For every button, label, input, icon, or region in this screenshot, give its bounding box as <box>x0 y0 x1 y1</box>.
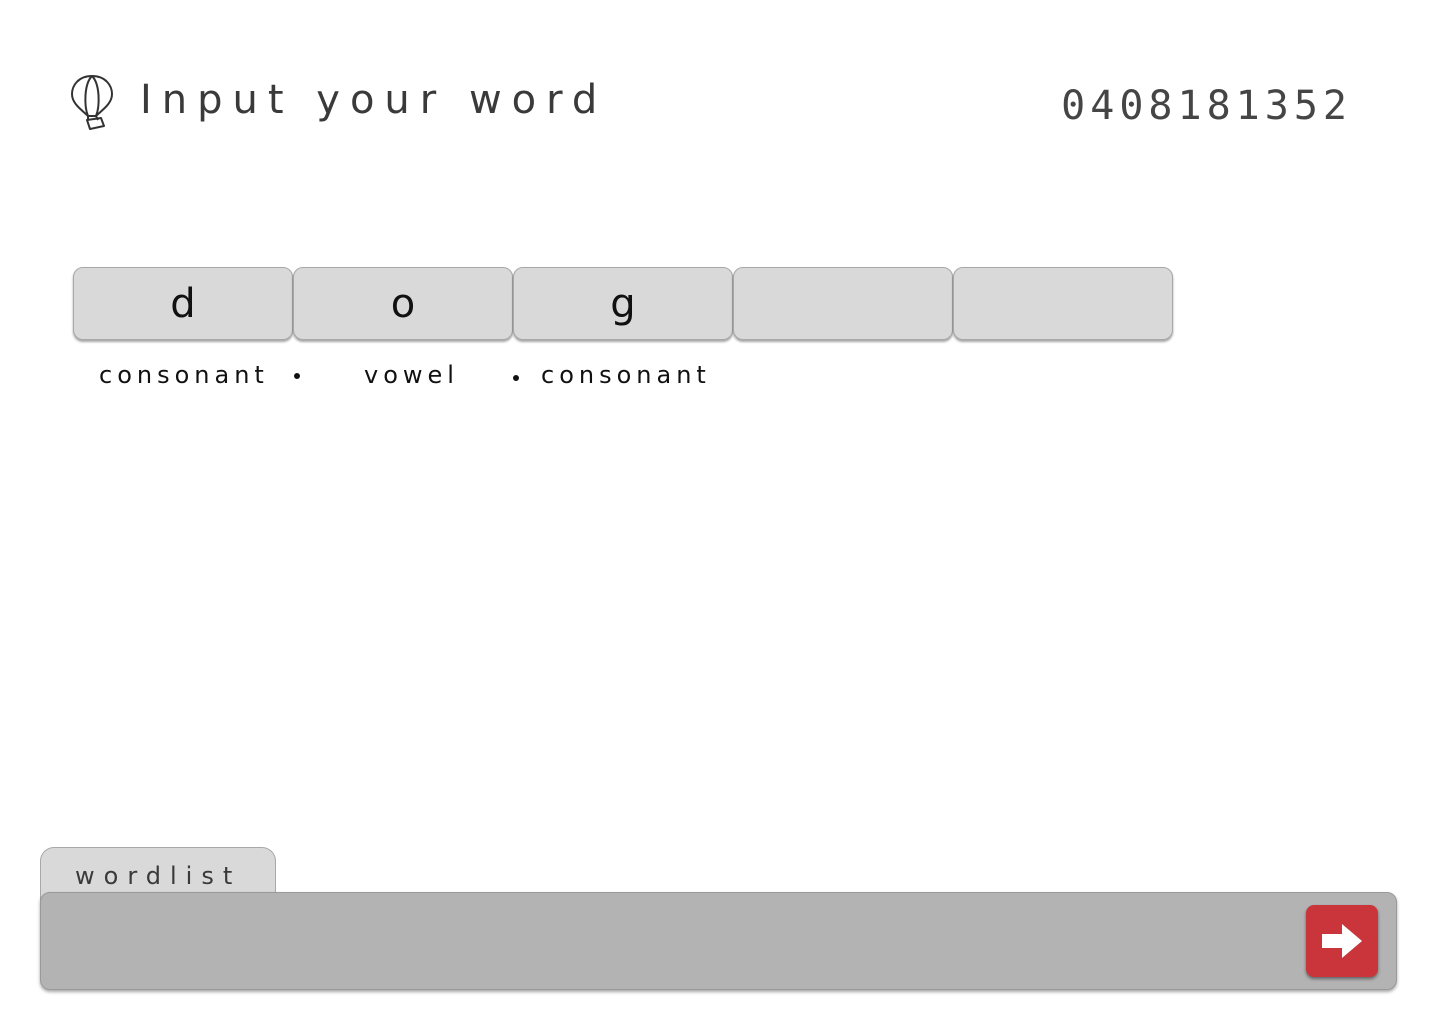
hot-air-balloon-icon <box>68 72 116 132</box>
letter-slot-4[interactable] <box>733 267 953 340</box>
letter-slots: d o g <box>73 267 1173 340</box>
wordlist-bar <box>40 892 1397 990</box>
separator-dot <box>513 375 519 381</box>
session-code: 0408181352 <box>1061 83 1352 129</box>
letter-slot-2[interactable]: o <box>293 267 513 340</box>
arrow-right-icon <box>1322 924 1362 958</box>
letter-type-label-1: consonant <box>99 361 269 389</box>
letter-slot-5[interactable] <box>953 267 1173 340</box>
letter-type-label-2: vowel <box>364 361 459 389</box>
page-title: Input your word <box>140 77 608 123</box>
submit-button[interactable] <box>1306 905 1378 977</box>
separator-dot <box>294 373 300 379</box>
letter-type-labels: consonant vowel consonant <box>0 356 1440 396</box>
letter-type-label-3: consonant <box>541 361 711 389</box>
letter-slot-3[interactable]: g <box>513 267 733 340</box>
letter-slot-1[interactable]: d <box>73 267 293 340</box>
